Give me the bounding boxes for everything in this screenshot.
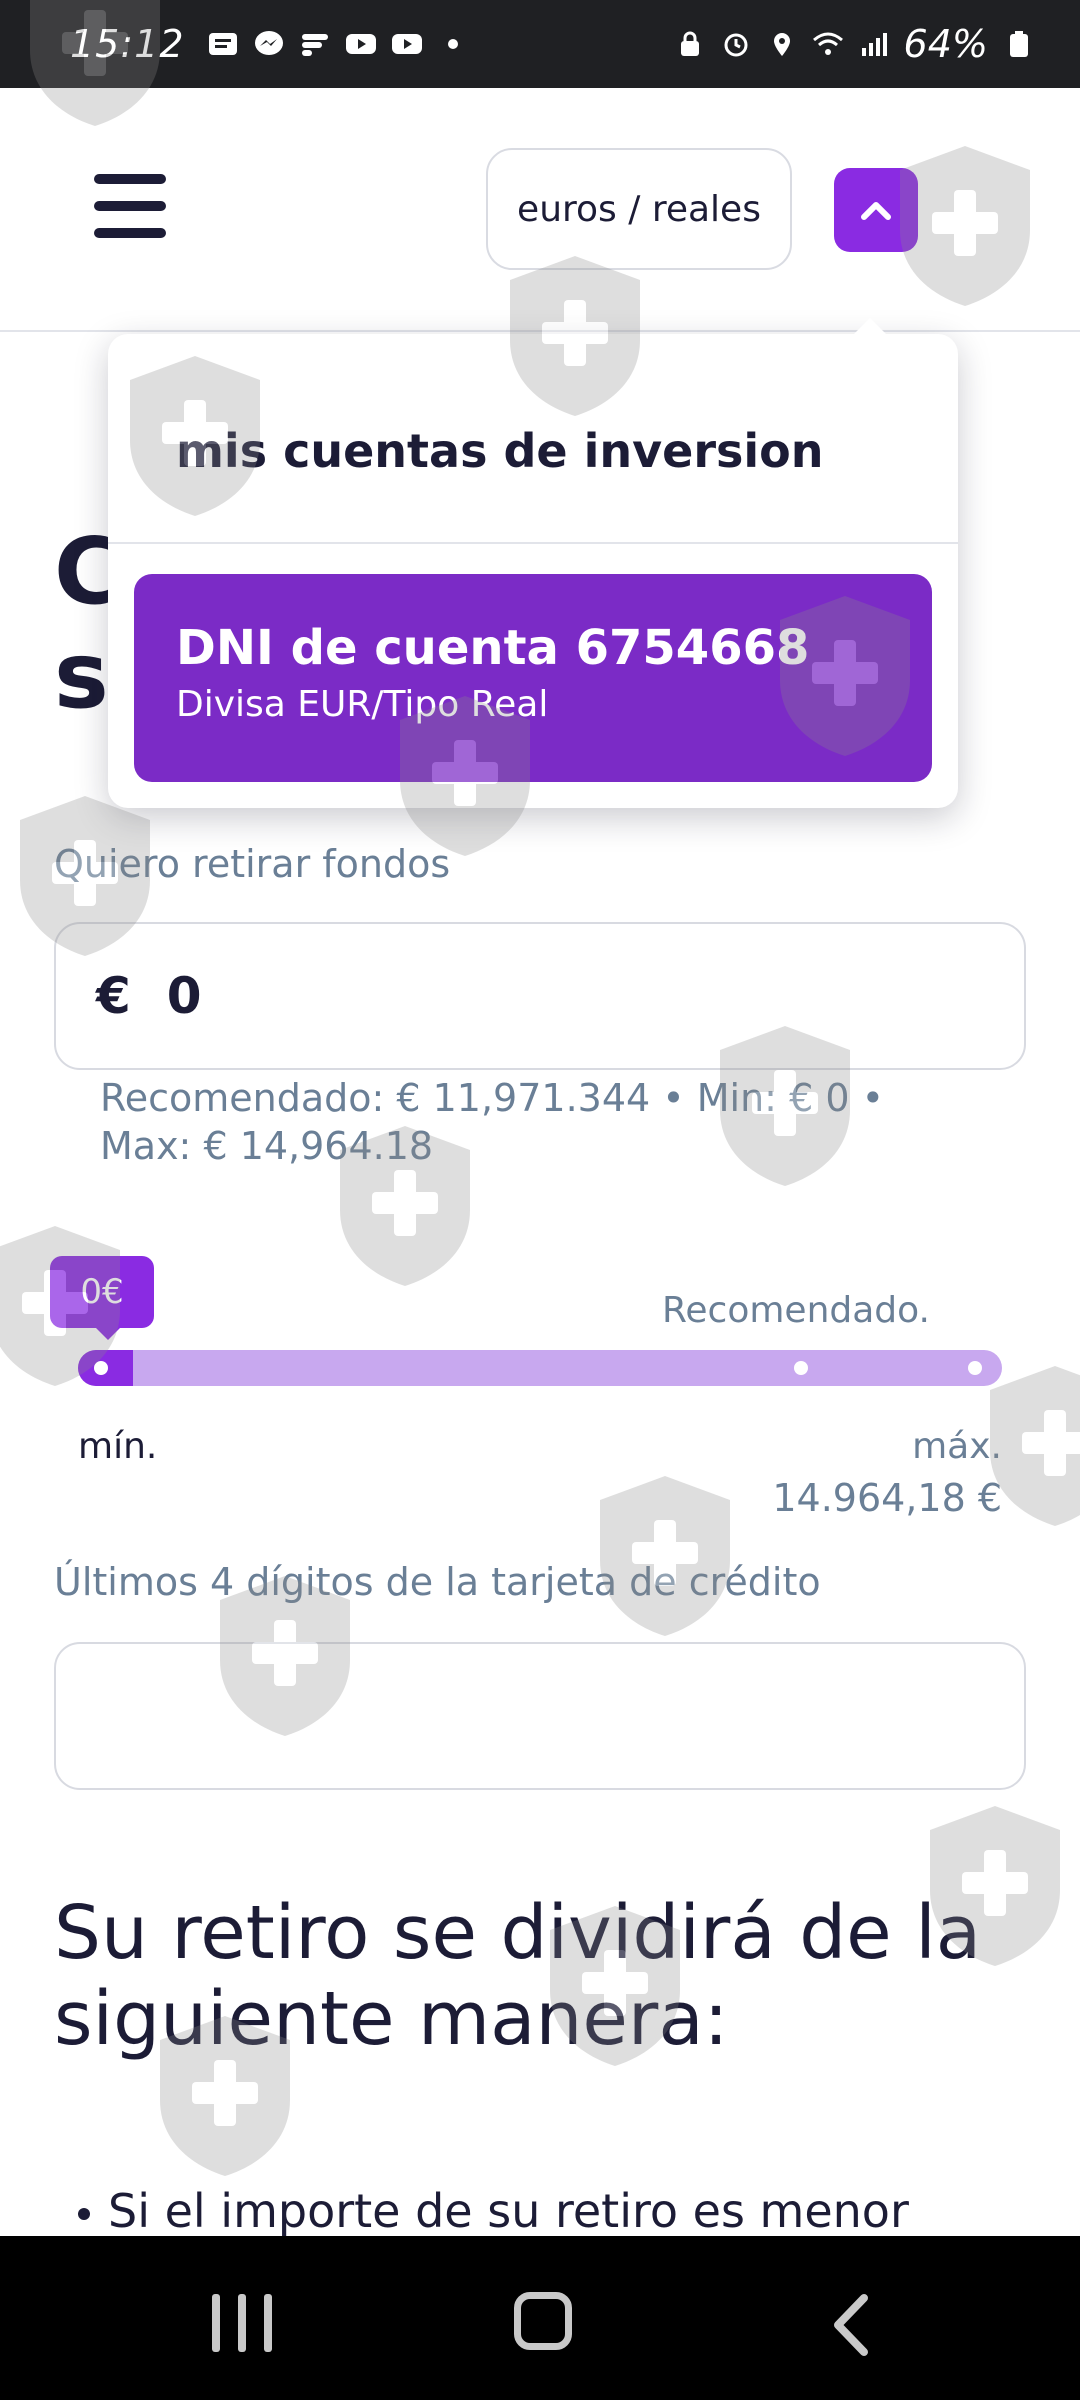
currency-toggle-button[interactable]: euros / reales xyxy=(486,148,792,270)
slider-handle[interactable] xyxy=(94,1361,108,1375)
watermark-shield-icon xyxy=(600,1476,730,1636)
amount-value: 0 xyxy=(166,967,202,1025)
slider-recommended-label: Recomendado. xyxy=(662,1290,930,1331)
youtube-icon xyxy=(345,34,376,54)
accounts-dropdown-button[interactable] xyxy=(834,168,918,252)
notification-icon xyxy=(208,33,237,55)
hamburger-icon[interactable] xyxy=(94,174,166,238)
location-icon xyxy=(773,33,790,56)
slider-recommended-marker xyxy=(794,1361,808,1375)
slider-min-label: mín. xyxy=(78,1426,158,1467)
divider xyxy=(108,542,958,544)
dropdown-title: mis cuentas de inversion xyxy=(176,424,824,478)
account-id: DNI de cuenta 6754668 xyxy=(176,620,810,676)
withdraw-amount-slider[interactable] xyxy=(78,1350,1002,1386)
slider-max-label: máx. xyxy=(912,1426,1002,1467)
app-header: euros / reales xyxy=(0,88,1080,332)
alarm-icon xyxy=(724,33,748,57)
accounts-dropdown: mis cuentas de inversion DNI de cuenta 6… xyxy=(108,318,958,808)
slider-value-badge: 0€ xyxy=(50,1256,154,1340)
status-bar: 15:12 64% xyxy=(0,0,1080,88)
youtube-icon xyxy=(391,34,422,54)
wifi-icon xyxy=(812,32,843,55)
system-nav-bar xyxy=(0,2236,1080,2400)
home-icon[interactable] xyxy=(514,2292,572,2350)
recent-apps-icon[interactable] xyxy=(212,2294,272,2354)
slider-max-value: 14.964,18 € xyxy=(772,1476,1002,1520)
card-digits-label: Últimos 4 dígitos de la tarjeta de crédi… xyxy=(54,1560,821,1604)
card-digits-input[interactable] xyxy=(54,1642,1026,1790)
messenger-icon xyxy=(254,31,283,55)
account-item[interactable]: DNI de cuenta 6754668 Divisa EUR/Tipo Re… xyxy=(134,574,932,782)
battery-level: 64% xyxy=(903,22,988,66)
battery-icon xyxy=(1010,31,1028,57)
split-rule-item: Si el importe de su retiro es menor xyxy=(78,2184,1008,2238)
back-icon[interactable] xyxy=(826,2290,876,2360)
clock: 15:12 xyxy=(70,22,185,66)
chevron-up-icon xyxy=(861,202,891,220)
amount-limits: Recomendado: € 11,971.344 • Min: € 0 • M… xyxy=(100,1076,884,1168)
drive-icon xyxy=(301,34,328,56)
currency-symbol: € xyxy=(96,967,131,1025)
slider-max-marker xyxy=(968,1361,982,1375)
amount-input[interactable]: € 0 xyxy=(54,922,1026,1070)
signal-icon xyxy=(861,33,887,56)
withdraw-label: Quiero retirar fondos xyxy=(54,842,451,886)
split-heading: Su retiro se dividirá de la siguiente ma… xyxy=(54,1890,982,2062)
dot-icon xyxy=(447,39,458,49)
account-type: Divisa EUR/Tipo Real xyxy=(176,684,549,725)
lock-icon xyxy=(680,31,699,56)
